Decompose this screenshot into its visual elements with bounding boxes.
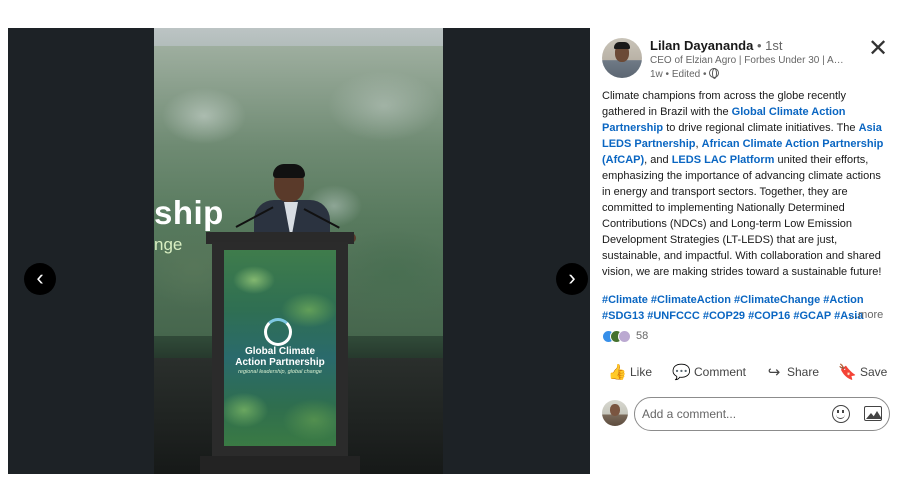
close-button[interactable]: ✕: [866, 35, 890, 62]
author-avatar[interactable]: [602, 38, 642, 78]
chevron-right-icon: ›: [568, 265, 576, 290]
share-button[interactable]: ↪ Share: [765, 360, 819, 384]
podium-logo-line-2: Action Partnership: [235, 357, 325, 368]
like-label: Like: [630, 365, 653, 379]
speaker-hair: [273, 164, 305, 178]
share-label: Share: [787, 365, 820, 379]
post-text-2: to drive regional climate initiatives. T…: [663, 122, 859, 134]
post-detail-panel: Lilan Dayananda • 1st CEO of Elzian Agro…: [594, 28, 894, 474]
comment-icon: 💬: [672, 364, 691, 381]
previous-image-button[interactable]: ‹: [24, 263, 56, 295]
post-text-4: , and: [644, 154, 672, 166]
podium-logo-text: Global Climate Action Partnership: [224, 346, 336, 368]
emoji-icon[interactable]: [832, 405, 850, 423]
post-photo: ship nge Global Climate Action Partnersh…: [154, 28, 443, 474]
link-leds-lac-platform[interactable]: LEDS LAC Platform: [672, 154, 775, 166]
bookmark-icon: 🔖: [838, 364, 857, 381]
current-user-avatar[interactable]: [602, 400, 628, 426]
image-icon[interactable]: [864, 406, 882, 421]
post-actions: 👍 Like 💬 Comment ↪ Share 🔖 Save: [602, 360, 890, 384]
avatar-hair: [614, 42, 630, 49]
see-more-button[interactable]: ...more: [849, 309, 883, 321]
post-meta: 1w • Edited •: [650, 68, 720, 80]
gcap-logo-icon: [264, 318, 292, 346]
save-label: Save: [860, 365, 888, 379]
like-button[interactable]: 👍 Like: [608, 360, 652, 384]
author-name[interactable]: Lilan Dayananda: [650, 38, 753, 53]
image-viewer: ship nge Global Climate Action Partnersh…: [8, 28, 590, 474]
comment-button[interactable]: 💬 Comment: [672, 360, 746, 384]
podium-base: [200, 456, 360, 474]
share-icon: ↪: [767, 364, 781, 381]
comment-input[interactable]: [642, 407, 822, 421]
post-body: Climate champions from across the globe …: [602, 88, 890, 280]
current-user-avatar-face: [610, 404, 620, 416]
thumbs-up-icon: 👍: [608, 364, 627, 381]
podium-logo-line-1: Global Climate: [244, 346, 315, 357]
support-reaction-icon: [618, 330, 631, 343]
globe-icon: [709, 68, 720, 79]
backdrop-text-primary: ship: [154, 194, 224, 231]
author-name-row[interactable]: Lilan Dayananda • 1st: [650, 38, 782, 53]
close-icon: ✕: [867, 35, 889, 62]
post-meta-text: 1w • Edited •: [650, 69, 707, 80]
next-image-button[interactable]: ›: [556, 263, 588, 295]
post-text-5: united their efforts, emphasizing the im…: [602, 154, 882, 278]
reaction-count: 58: [636, 330, 649, 342]
podium-tagline: regional leadership, global change: [238, 369, 322, 375]
connection-degree: • 1st: [756, 38, 783, 53]
save-button[interactable]: 🔖 Save: [838, 360, 887, 384]
backdrop-text-secondary: nge: [154, 235, 183, 254]
author-headline: CEO of Elzian Agro | Forbes Under 30 | A…: [650, 55, 850, 66]
comment-label: Comment: [694, 365, 747, 379]
chevron-left-icon: ‹: [36, 265, 44, 290]
